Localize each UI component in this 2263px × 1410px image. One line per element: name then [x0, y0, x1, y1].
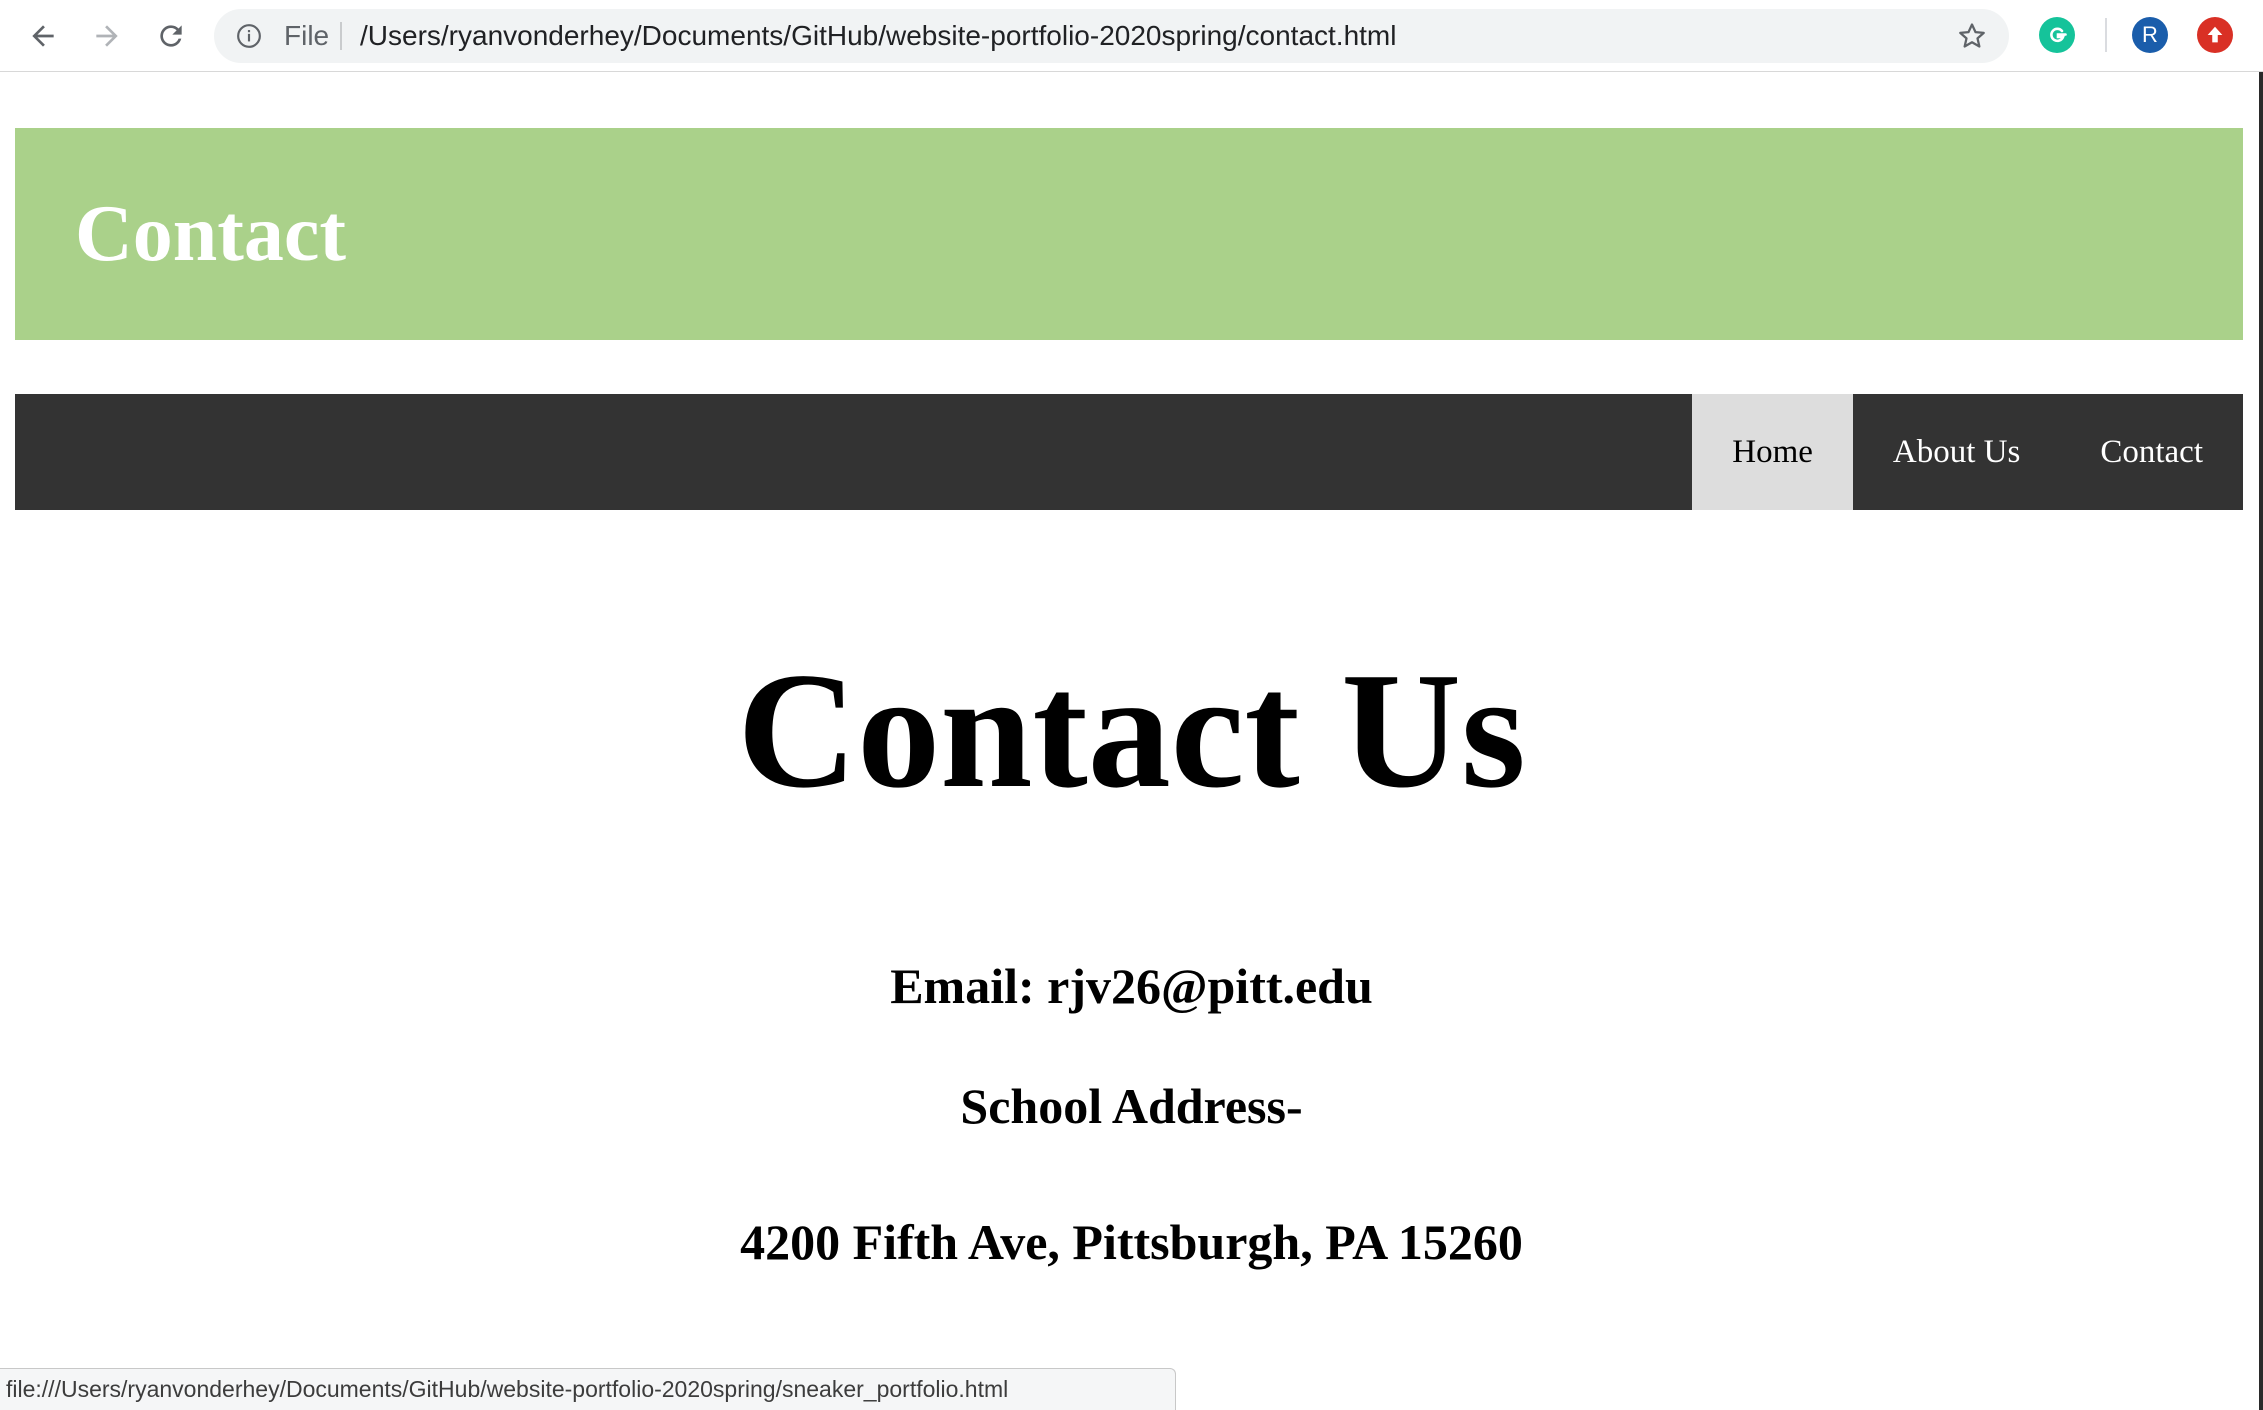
url-scheme-label: File	[284, 20, 330, 51]
back-arrow-icon	[32, 25, 54, 47]
address-text: 4200 Fifth Ave, Pittsburgh, PA 15260	[740, 1214, 1523, 1270]
reload-button[interactable]	[150, 15, 192, 57]
site-header-title: Contact	[75, 190, 347, 278]
nav-link-home[interactable]: Home	[1692, 394, 1853, 510]
site-header: Contact	[15, 128, 2243, 340]
status-bar-link-preview: file:///Users/ryanvonderhey/Documents/Gi…	[0, 1368, 1176, 1410]
nav-links: Home About Us Contact	[1692, 394, 2243, 510]
forward-button[interactable]	[86, 15, 128, 57]
profile-avatar-icon: R	[2142, 22, 2158, 47]
nav-link-contact[interactable]: Contact	[2060, 394, 2243, 510]
update-extension-icon	[2207, 26, 2223, 43]
window-edge	[2259, 72, 2263, 1410]
address-label: School Address-	[960, 1078, 1303, 1134]
email-line: Email: rjv26@pitt.edu	[890, 958, 1373, 1014]
grammarly-extension-icon	[2050, 27, 2067, 43]
grammarly-extension-button[interactable]	[2039, 17, 2075, 53]
browser-toolbar: File /Users/ryanvonderhey/Documents/GitH…	[0, 0, 2263, 72]
bookmark-star-icon[interactable]	[1957, 21, 1987, 51]
omnibox-divider	[340, 22, 342, 50]
info-icon[interactable]	[236, 23, 262, 49]
nav-link-about-us[interactable]: About Us	[1853, 394, 2060, 510]
url-text[interactable]: /Users/ryanvonderhey/Documents/GitHub/we…	[360, 9, 1396, 63]
update-extension-button[interactable]	[2197, 17, 2233, 53]
address-bar[interactable]: File /Users/ryanvonderhey/Documents/GitH…	[214, 9, 2009, 63]
page-title: Contact Us	[737, 638, 1526, 822]
profile-avatar-button[interactable]: R	[2132, 17, 2168, 53]
toolbar-divider	[2105, 18, 2107, 52]
reload-icon	[160, 25, 182, 47]
navbar: Home About Us Contact	[15, 394, 2243, 510]
back-button[interactable]	[22, 15, 64, 57]
forward-arrow-icon	[96, 25, 118, 47]
